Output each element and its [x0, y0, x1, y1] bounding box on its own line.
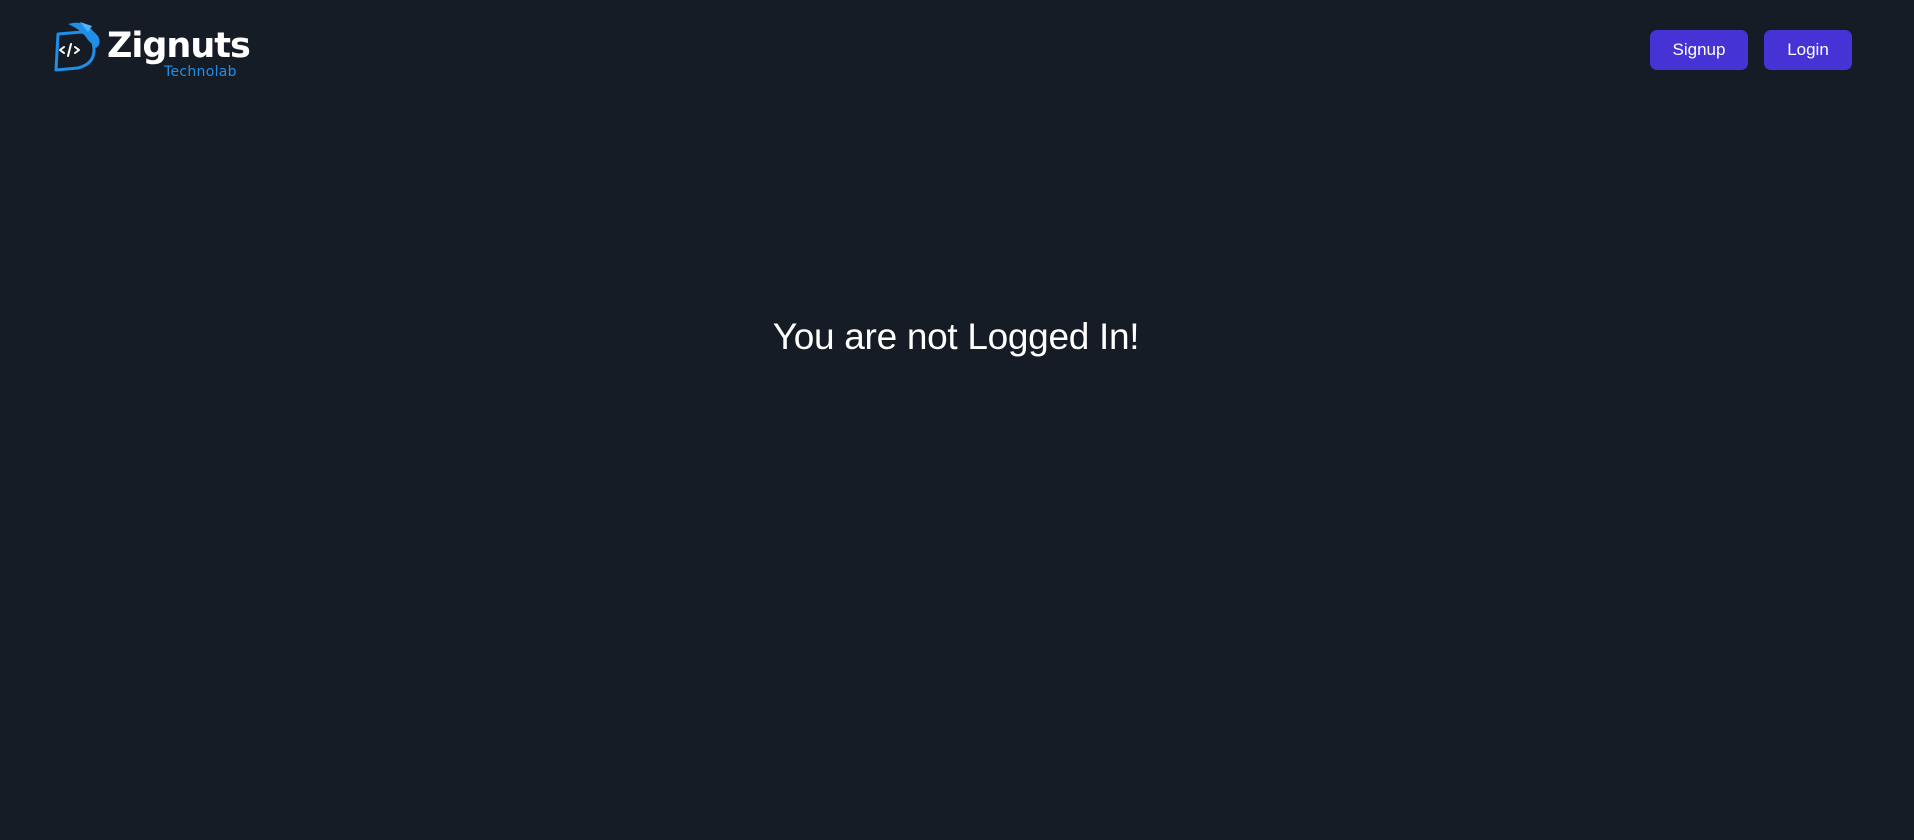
brand-name: Zignuts	[107, 26, 251, 66]
not-logged-in-message: You are not Logged In!	[772, 316, 1140, 357]
top-navbar: Zignuts Technolab Signup Login	[0, 0, 1914, 100]
signup-button[interactable]: Signup	[1650, 30, 1748, 70]
code-brackets-icon	[54, 22, 100, 72]
brand-logo[interactable]: Zignuts Technolab	[52, 20, 251, 82]
brand-subtitle: Technolab	[164, 64, 237, 80]
page: Zignuts Technolab Signup Login You are n…	[0, 0, 1914, 840]
login-button[interactable]: Login	[1764, 30, 1852, 70]
